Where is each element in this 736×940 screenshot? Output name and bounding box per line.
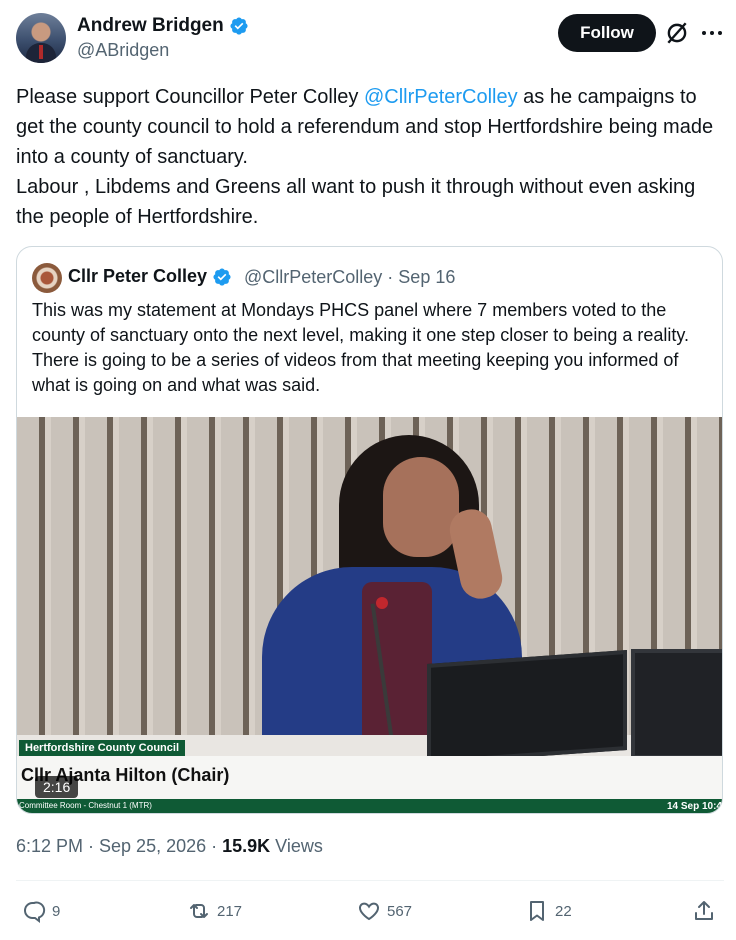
quoted-handle-date: @CllrPeterColley · Sep 16 [244, 267, 456, 287]
verified-badge-icon [230, 17, 248, 35]
repost-button[interactable]: 217 [187, 898, 242, 924]
video-player[interactable]: Hertfordshire County Council Cllr Ajanta… [17, 417, 722, 813]
quoted-tweet-text: This was my statement at Mondays PHCS pa… [32, 300, 690, 395]
quoted-tweet[interactable]: Cllr Peter Colley @CllrPeterColley · Sep… [16, 246, 723, 814]
bookmark-icon [530, 901, 544, 921]
author-handle[interactable]: @ABridgen [77, 40, 169, 61]
bookmark-button[interactable]: 22 [525, 898, 572, 924]
like-button[interactable]: 567 [357, 898, 412, 924]
heart-icon [359, 902, 379, 921]
reply-icon [24, 901, 46, 923]
tweet-metadata: 6:12 PM · Sep 25, 2026 · 15.9K Views [16, 836, 323, 857]
divider [16, 880, 724, 881]
tweet-text-part3: Labour , Libdems and Greens all want to … [16, 176, 696, 228]
video-duration-badge: 2:16 [35, 776, 79, 798]
more-options-icon[interactable] [700, 24, 724, 42]
repost-count: 217 [217, 902, 243, 920]
like-count: 567 [387, 902, 413, 920]
video-org-label: Hertfordshire County Council [19, 740, 186, 756]
author-avatar[interactable] [16, 13, 66, 63]
author-name-text[interactable]: Andrew Bridgen [77, 15, 224, 37]
quoted-verified-badge-icon [213, 267, 231, 286]
bookmark-count: 22 [555, 902, 572, 920]
video-date-label: 14 Sep 10:4 [666, 801, 722, 812]
views-count[interactable]: 15.9K [222, 836, 270, 856]
reply-count: 9 [52, 902, 61, 920]
reply-button[interactable]: 9 [22, 898, 60, 924]
views-label: Views [270, 836, 323, 856]
mention-link[interactable]: @CllrPeterColley [364, 86, 518, 108]
grok-icon[interactable] [664, 20, 690, 46]
repost-icon [190, 904, 208, 918]
quoted-author-name-text: Cllr Peter Colley [68, 266, 208, 286]
share-button[interactable] [692, 898, 716, 924]
tweet-timestamp[interactable]: 6:12 PM · Sep 25, 2026 · [16, 836, 222, 856]
quoted-author-avatar[interactable] [32, 263, 62, 293]
video-lower-third: Hertfordshire County Council Cllr Ajanta… [17, 740, 722, 813]
video-room-label: Committee Room - Chestnut 1 (MTR) [19, 801, 152, 810]
quoted-author-name[interactable]: Cllr Peter Colley [68, 266, 232, 287]
tweet-text: Please support Councillor Peter Colley @… [16, 82, 716, 232]
tweet-text-part1: Please support Councillor Peter Colley [16, 86, 364, 108]
share-icon [695, 901, 713, 920]
follow-button[interactable]: Follow [558, 14, 656, 52]
author-name[interactable]: Andrew Bridgen [77, 15, 249, 37]
